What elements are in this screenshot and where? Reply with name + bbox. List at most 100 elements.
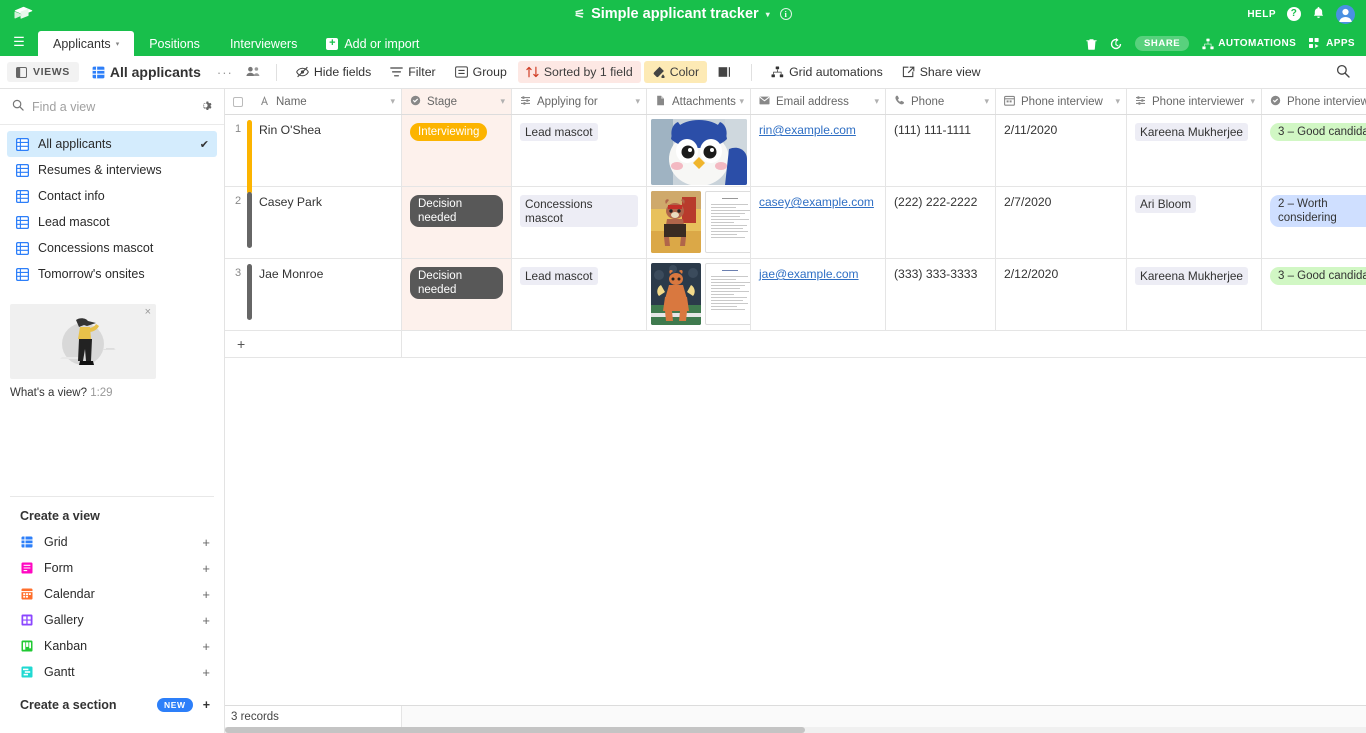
add-record-button[interactable]: + xyxy=(225,331,402,357)
cell-attachments[interactable] xyxy=(647,115,751,186)
add-icon[interactable]: + xyxy=(202,613,210,628)
chevron-down-icon[interactable]: ▾ xyxy=(1115,96,1120,107)
cell-phone[interactable]: (222) 222-2222 xyxy=(886,187,996,258)
add-icon[interactable]: + xyxy=(202,639,210,654)
history-button[interactable] xyxy=(1110,37,1122,50)
column-header-phone-interview[interactable]: Phone interview ▾ xyxy=(996,89,1127,114)
grid-scroll-area[interactable]: Name ▾ Stage ▾ Applying for ▾ Attachment… xyxy=(225,89,1366,705)
tab-applicants[interactable]: Applicants ▾ xyxy=(38,31,135,56)
column-header-phone-interviewer[interactable]: Phone interviewer ▾ xyxy=(1127,89,1262,114)
notifications-bell-icon[interactable] xyxy=(1312,6,1325,23)
create-view-calendar[interactable]: Calendar + xyxy=(0,581,224,607)
column-header-name[interactable]: Name ▾ xyxy=(251,89,402,114)
column-header-applying-for[interactable]: Applying for ▾ xyxy=(512,89,647,114)
cell-phone-interview-date[interactable]: 2/11/2020 xyxy=(996,115,1127,186)
group-button[interactable]: Group xyxy=(447,61,515,83)
cell-applying-for[interactable]: Lead mascot xyxy=(512,259,647,330)
email-link[interactable]: casey@example.com xyxy=(759,195,874,209)
color-button[interactable]: Color xyxy=(643,61,708,83)
tab-positions[interactable]: Positions xyxy=(134,31,215,56)
tab-interviewers[interactable]: Interviewers xyxy=(215,31,312,56)
gear-icon[interactable] xyxy=(199,99,212,115)
scrollbar-thumb[interactable] xyxy=(225,727,805,733)
avatar[interactable] xyxy=(1336,4,1355,24)
grid-automations-button[interactable]: Grid automations xyxy=(763,61,891,83)
column-header-email[interactable]: Email address ▾ xyxy=(751,89,886,114)
add-icon[interactable]: + xyxy=(202,587,210,602)
sort-button[interactable]: Sorted by 1 field xyxy=(517,61,641,83)
create-section-row[interactable]: Create a section NEW + xyxy=(0,691,224,719)
help-label[interactable]: HELP xyxy=(1247,9,1276,20)
sidebar-view-concessions-mascot[interactable]: Concessions mascot xyxy=(7,235,217,261)
cell-phone-interviewer[interactable]: Kareena Mukherjee xyxy=(1127,259,1262,330)
create-view-form[interactable]: Form + xyxy=(0,555,224,581)
chevron-down-icon[interactable]: ▾ xyxy=(766,10,770,19)
cell-email[interactable]: jae@example.com xyxy=(751,259,886,330)
sidebar-view-tomorrows-onsites[interactable]: Tomorrow's onsites xyxy=(7,261,217,287)
cell-phone[interactable]: (111) 111-1111 xyxy=(886,115,996,186)
chevron-down-icon[interactable]: ▾ xyxy=(635,96,640,107)
help-icon[interactable]: ? xyxy=(1287,7,1301,21)
resume-document-icon[interactable] xyxy=(705,263,750,325)
view-options-icon[interactable]: ··· xyxy=(212,65,238,80)
cell-stage[interactable]: Interviewing xyxy=(402,115,512,186)
add-icon[interactable]: + xyxy=(202,665,210,680)
cell-phone-interview-date[interactable]: 2/7/2020 xyxy=(996,187,1127,258)
column-header-phone[interactable]: Phone ▾ xyxy=(886,89,996,114)
cell-phone-interviewer[interactable]: Ari Bloom xyxy=(1127,187,1262,258)
add-or-import-button[interactable]: + Add or import xyxy=(312,31,429,56)
table-row[interactable]: 1 Rin O'Shea Interviewing Lead mascot ri… xyxy=(225,115,1366,194)
sidebar-view-all-applicants[interactable]: All applicants ✔ xyxy=(7,131,217,157)
collaborators-icon[interactable] xyxy=(241,65,265,80)
chevron-down-icon[interactable]: ▾ xyxy=(984,96,989,107)
resume-document-icon[interactable] xyxy=(705,191,750,253)
hide-fields-button[interactable]: Hide fields xyxy=(288,61,379,83)
column-header-stage[interactable]: Stage ▾ xyxy=(402,89,512,114)
find-view-input[interactable]: Find a view xyxy=(32,100,191,114)
share-view-button[interactable]: Share view xyxy=(894,61,989,83)
sidebar-view-resumes-interviews[interactable]: Resumes & interviews xyxy=(7,157,217,183)
add-icon[interactable]: + xyxy=(203,698,210,712)
cell-name[interactable]: Jae Monroe xyxy=(251,259,402,330)
chevron-down-icon[interactable]: ▾ xyxy=(116,40,120,48)
cell-phone-interview-rating[interactable]: 2 – Worth considering xyxy=(1262,187,1366,258)
search-icon[interactable] xyxy=(1336,64,1358,81)
owl-mascot-photo-icon[interactable] xyxy=(651,119,747,185)
create-view-gantt[interactable]: Gantt + xyxy=(0,659,224,685)
create-view-gallery[interactable]: Gallery + xyxy=(0,607,224,633)
add-icon[interactable]: + xyxy=(202,535,210,550)
cell-attachments[interactable] xyxy=(647,187,751,258)
create-view-grid[interactable]: Grid + xyxy=(0,529,224,555)
chevron-down-icon[interactable]: ▾ xyxy=(1250,96,1255,107)
bear-mascot-photo-icon[interactable] xyxy=(651,191,701,253)
chevron-down-icon[interactable]: ▾ xyxy=(390,96,395,107)
cell-phone[interactable]: (333) 333-3333 xyxy=(886,259,996,330)
cell-email[interactable]: rin@example.com xyxy=(751,115,886,186)
menu-icon[interactable]: ☰ xyxy=(0,28,38,56)
column-header-phone-interview-rating[interactable]: Phone interview xyxy=(1262,89,1366,114)
email-link[interactable]: rin@example.com xyxy=(759,123,856,137)
trash-button[interactable] xyxy=(1086,38,1097,50)
tiger-mascot-photo-icon[interactable] xyxy=(651,263,701,325)
table-row[interactable]: 2 Casey Park Decision needed Concessions… xyxy=(225,187,1366,259)
filter-button[interactable]: Filter xyxy=(382,61,443,83)
page-title[interactable]: Simple applicant tracker xyxy=(591,6,759,22)
apps-button[interactable]: APPS xyxy=(1309,38,1355,49)
info-icon[interactable]: i xyxy=(779,8,792,20)
add-record-row[interactable]: + xyxy=(225,331,1366,358)
email-link[interactable]: jae@example.com xyxy=(759,267,859,281)
horizontal-scrollbar[interactable] xyxy=(225,727,1366,733)
column-header-attachments[interactable]: Attachments ▾ xyxy=(647,89,751,114)
current-view-name[interactable]: All applicants xyxy=(82,60,209,84)
chevron-down-icon[interactable]: ▾ xyxy=(874,96,879,107)
cell-stage[interactable]: Decision needed xyxy=(402,187,512,258)
views-sidebar-toggle[interactable]: VIEWS xyxy=(7,62,79,82)
add-icon[interactable]: + xyxy=(202,561,210,576)
cell-email[interactable]: casey@example.com xyxy=(751,187,886,258)
automations-button[interactable]: AUTOMATIONS xyxy=(1202,38,1296,50)
cell-phone-interview-rating[interactable]: 3 – Good candidate xyxy=(1262,115,1366,186)
table-row[interactable]: 3 Jae Monroe Decision needed Lead mascot xyxy=(225,259,1366,331)
cell-name[interactable]: Rin O'Shea xyxy=(251,115,402,186)
select-all-checkbox[interactable] xyxy=(225,89,251,114)
row-height-button[interactable] xyxy=(710,62,740,82)
